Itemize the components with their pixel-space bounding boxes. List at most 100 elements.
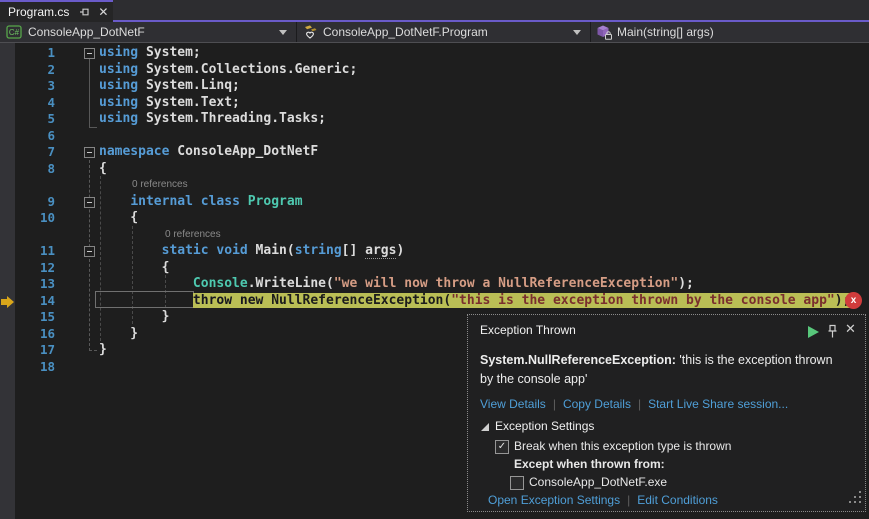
- line-number: 5: [0, 110, 55, 127]
- module-checkbox[interactable]: [510, 476, 524, 490]
- link-separator: |: [638, 397, 641, 411]
- code-token: ): [396, 243, 404, 258]
- code-token: );: [678, 276, 694, 291]
- line-number: 9: [0, 193, 55, 210]
- code-text[interactable]: using System.Text;: [99, 94, 240, 111]
- pin-icon[interactable]: [78, 6, 90, 18]
- expander-expanded-icon[interactable]: [481, 423, 489, 431]
- code-token: NullReferenceException(: [263, 293, 451, 308]
- fold-collapse-icon[interactable]: [84, 197, 95, 208]
- code-text[interactable]: using System.Threading.Tasks;: [99, 110, 326, 127]
- code-line[interactable]: 10 {: [0, 209, 869, 226]
- line-number: 6: [0, 127, 55, 144]
- exception-error-icon[interactable]: x: [845, 292, 862, 309]
- code-line[interactable]: 5 using System.Threading.Tasks;: [0, 110, 869, 127]
- code-token: static: [162, 243, 209, 258]
- popup-title: Exception Thrown: [480, 323, 576, 337]
- fold-collapse-icon[interactable]: [84, 246, 95, 257]
- code-token: }: [99, 309, 169, 324]
- close-icon[interactable]: ✕: [98, 6, 108, 18]
- code-text[interactable]: }: [99, 325, 138, 342]
- code-line[interactable]: 6: [0, 127, 869, 144]
- resize-grip[interactable]: [859, 491, 861, 493]
- code-text[interactable]: using System.Collections.Generic;: [99, 61, 357, 78]
- code-text[interactable]: using System.Linq;: [99, 77, 240, 94]
- type-dropdown[interactable]: ConsoleApp_DotNetF.Program: [297, 22, 589, 42]
- continue-play-icon[interactable]: [808, 326, 819, 338]
- code-token: }: [99, 342, 107, 357]
- vs-editor-window: Program.cs ✕ C# ConsoleApp_DotNetF Conso…: [0, 0, 869, 519]
- resize-grip[interactable]: [854, 501, 856, 503]
- code-line[interactable]: 1 using System;: [0, 44, 869, 61]
- line-number: 17: [0, 341, 55, 358]
- code-text[interactable]: throw new NullReferenceException("this i…: [99, 292, 850, 309]
- close-icon[interactable]: ✕: [845, 322, 856, 335]
- member-dropdown[interactable]: Main(string[] args): [591, 22, 869, 42]
- code-text[interactable]: }: [99, 308, 169, 325]
- current-statement-arrow-icon: [7, 296, 14, 308]
- code-token: using: [99, 111, 138, 126]
- code-line[interactable]: 12 {: [0, 259, 869, 276]
- link-open-exception-settings[interactable]: Open Exception Settings: [488, 493, 620, 507]
- code-text[interactable]: using System;: [99, 44, 201, 61]
- line-number: 8: [0, 160, 55, 177]
- exception-action-links: View Details|Copy Details|Start Live Sha…: [480, 397, 788, 411]
- fold-collapse-icon[interactable]: [84, 48, 95, 59]
- code-text[interactable]: {: [99, 160, 107, 177]
- method-private-icon: [596, 24, 613, 41]
- code-line[interactable]: 7namespace ConsoleApp_DotNetF: [0, 143, 869, 160]
- project-dropdown[interactable]: C# ConsoleApp_DotNetF: [0, 22, 295, 42]
- codelens-row: 0 references: [0, 226, 869, 243]
- code-token: using: [99, 78, 138, 93]
- code-line[interactable]: 4 using System.Text;: [0, 94, 869, 111]
- code-token: .WriteLine(: [248, 276, 334, 291]
- exception-settings-header[interactable]: Exception Settings: [495, 419, 594, 433]
- code-token: namespace: [99, 144, 169, 159]
- code-line[interactable]: 14 throw new NullReferenceException("thi…: [0, 292, 869, 309]
- code-text[interactable]: internal class Program: [99, 193, 303, 210]
- link-copy-details[interactable]: Copy Details: [563, 397, 631, 411]
- chevron-down-icon[interactable]: [573, 30, 581, 35]
- resize-grip[interactable]: [859, 501, 861, 503]
- code-text[interactable]: namespace ConsoleApp_DotNetF: [99, 143, 318, 160]
- code-text[interactable]: Console.WriteLine("we will now throw a N…: [99, 275, 694, 292]
- code-token: Main(: [248, 243, 295, 258]
- line-number: 10: [0, 209, 55, 226]
- link-edit-conditions[interactable]: Edit Conditions: [637, 493, 718, 507]
- link-view-details[interactable]: View Details: [480, 397, 546, 411]
- line-number: 4: [0, 94, 55, 111]
- code-text[interactable]: static void Main(string[] args): [99, 242, 404, 259]
- line-number: 13: [0, 275, 55, 292]
- code-line[interactable]: 13 Console.WriteLine("we will now throw …: [0, 275, 869, 292]
- code-text[interactable]: }: [99, 341, 107, 358]
- code-line[interactable]: 11 static void Main(string[] args): [0, 242, 869, 259]
- link-start-live-share-session[interactable]: Start Live Share session...: [648, 397, 788, 411]
- code-token: [240, 194, 248, 209]
- codelens-references-link[interactable]: 0 references: [165, 228, 221, 242]
- code-text[interactable]: {: [99, 259, 169, 276]
- code-line[interactable]: 9 internal class Program: [0, 193, 869, 210]
- code-token: class: [201, 194, 240, 209]
- tab-program-cs[interactable]: Program.cs ✕: [0, 0, 113, 22]
- code-line[interactable]: 8{: [0, 160, 869, 177]
- resize-grip[interactable]: [849, 501, 851, 503]
- code-text[interactable]: {: [99, 209, 138, 226]
- code-line[interactable]: 3using System.Linq;: [0, 77, 869, 94]
- code-token: System.Collections.Generic;: [138, 62, 357, 77]
- chevron-down-icon[interactable]: [279, 30, 287, 35]
- line-number: 1: [0, 44, 55, 61]
- except-when-label: Except when thrown from:: [514, 457, 665, 471]
- current-statement-highlight: throw new NullReferenceException("this i…: [193, 293, 850, 308]
- class-internal-icon: [302, 24, 319, 41]
- fold-collapse-icon[interactable]: [84, 147, 95, 158]
- code-token: {: [99, 210, 138, 225]
- pin-icon[interactable]: [826, 324, 839, 344]
- codelens-references-link[interactable]: 0 references: [132, 178, 188, 192]
- code-token: System.Text;: [138, 95, 240, 110]
- resize-grip[interactable]: [854, 496, 856, 498]
- code-token: "this is the exception thrown by the con…: [451, 293, 835, 308]
- resize-grip[interactable]: [859, 496, 861, 498]
- break-checkbox[interactable]: ✓: [495, 440, 509, 454]
- code-line[interactable]: 2using System.Collections.Generic;: [0, 61, 869, 78]
- code-token: System;: [138, 45, 201, 60]
